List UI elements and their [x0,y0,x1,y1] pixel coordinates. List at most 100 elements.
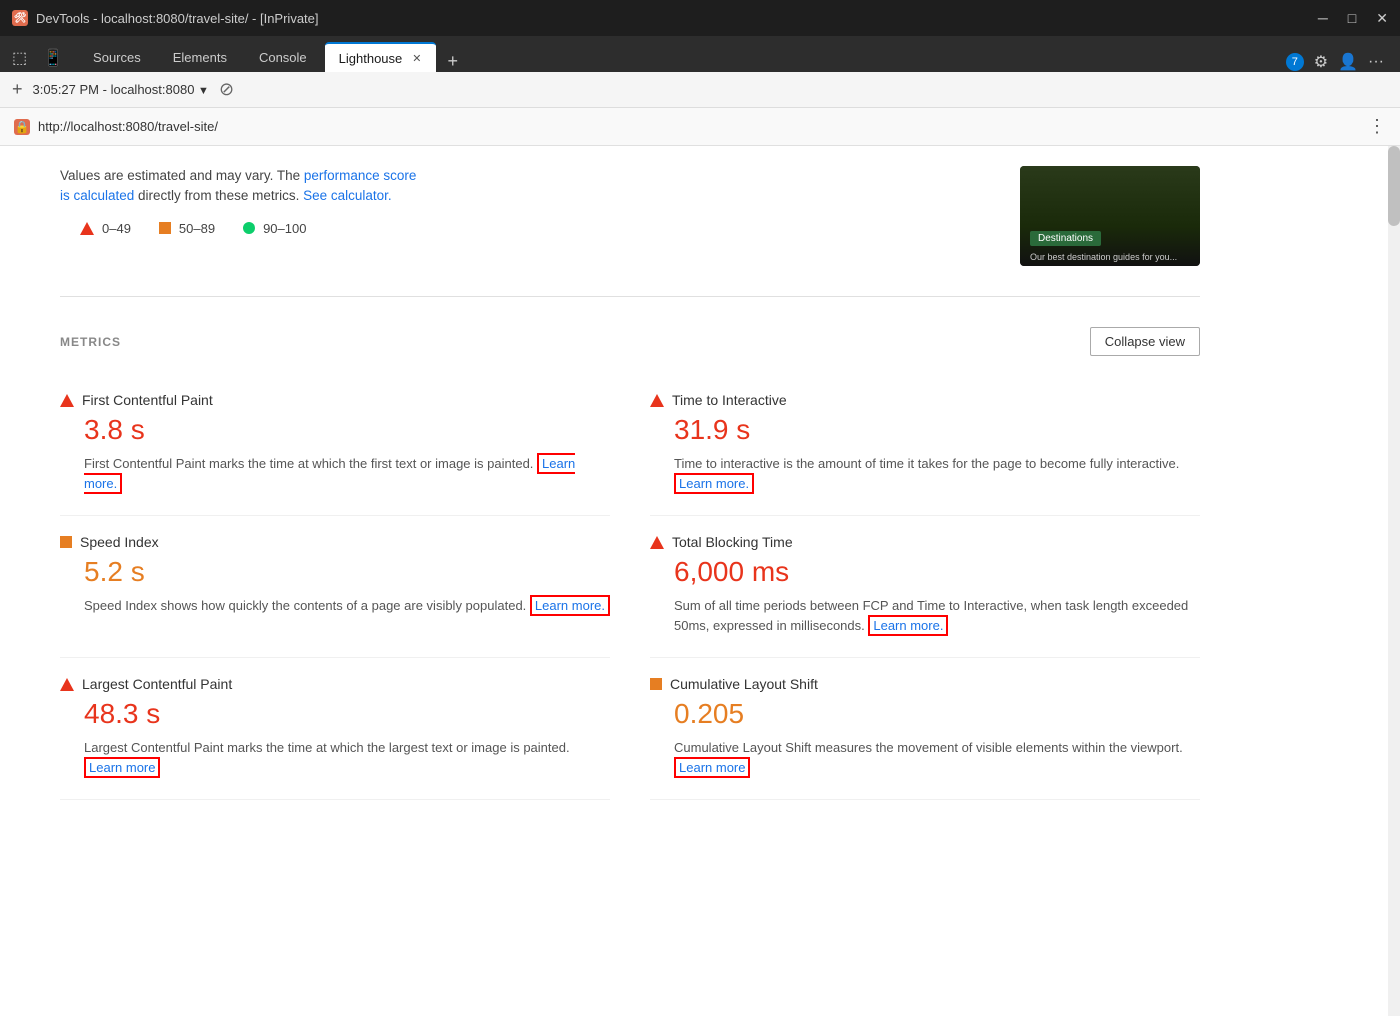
restore-button[interactable]: □ [1348,10,1356,26]
metric-fcp: First Contentful Paint 3.8 s First Conte… [60,374,610,516]
score-desc-text: Values are estimated and may vary. The p… [60,166,416,207]
tab-lighthouse-label: Lighthouse [339,51,403,66]
tab-add-button[interactable]: + [440,51,467,72]
tab-console[interactable]: Console [245,42,321,72]
tti-learn-more-link[interactable]: Learn more. [674,473,754,494]
cls-value: 0.205 [650,698,1200,730]
tab-bar: ⬚ 📱 Sources Elements Console Lighthouse … [0,36,1400,72]
tab-close-icon[interactable]: ✕ [412,52,421,65]
title-bar-left: 🛠 DevTools - localhost:8080/travel-site/… [12,10,319,26]
fcp-learn-more-link[interactable]: Learn more. [84,453,575,494]
tbt-description: Sum of all time periods between FCP and … [650,596,1200,635]
add-tab-icon[interactable]: + [12,79,23,100]
metric-tbt: Total Blocking Time 6,000 ms Sum of all … [650,516,1200,658]
si-description: Speed Index shows how quickly the conten… [60,596,610,616]
lcp-title: Largest Contentful Paint [82,676,232,692]
fcp-title: First Contentful Paint [82,392,213,408]
address-bar: + 3:05:27 PM - localhost:8080 ▼ ⊘ [0,72,1400,108]
lcp-title-row: Largest Contentful Paint [60,676,610,692]
tbt-learn-more-link[interactable]: Learn more. [868,615,948,636]
score-legend: 0–49 50–89 90–100 [60,207,416,236]
score-description: Values are estimated and may vary. The p… [60,166,416,236]
tti-title: Time to Interactive [672,392,787,408]
host-dropdown-icon[interactable]: ▼ [198,85,209,97]
metric-tti: Time to Interactive 31.9 s Time to inter… [650,374,1200,516]
cls-learn-more-link[interactable]: Learn more [674,757,750,778]
tab-sources[interactable]: Sources [79,42,155,72]
tti-value: 31.9 s [650,414,1200,446]
screenshot-banner: Destinations [1030,231,1101,246]
metrics-label: METRICS [60,335,121,349]
metric-cls: Cumulative Layout Shift 0.205 Cumulative… [650,658,1200,800]
page-url: http://localhost:8080/travel-site/ [38,119,218,134]
page-screenshot: Destinations Our best destination guides… [1020,166,1200,266]
is-calculated-link[interactable]: is calculated [60,188,134,203]
fcp-status-icon [60,394,74,407]
tbt-title-row: Total Blocking Time [650,534,1200,550]
tab-console-label: Console [259,50,307,65]
legend-fail: 0–49 [80,221,131,236]
see-calculator-link[interactable]: See calculator. [303,188,392,203]
fail-range: 0–49 [102,221,131,236]
inspect-icon[interactable]: ⬚ [8,44,31,72]
stop-icon[interactable]: ⊘ [219,79,234,100]
settings-icon[interactable]: ⚙ [1314,52,1328,72]
scrollbar-thumb[interactable] [1388,146,1400,226]
metric-si: Speed Index 5.2 s Speed Index shows how … [60,516,610,658]
more-icon[interactable]: ··· [1368,53,1384,71]
tti-status-icon [650,394,664,407]
cls-status-icon [650,678,662,690]
fcp-title-row: First Contentful Paint [60,392,610,408]
performance-score-link[interactable]: performance score [304,168,417,183]
tab-lighthouse[interactable]: Lighthouse ✕ [325,42,436,72]
url-more-icon[interactable]: ⋮ [1368,116,1386,137]
metrics-header: METRICS Collapse view [60,296,1200,374]
cls-title: Cumulative Layout Shift [670,676,818,692]
tti-description: Time to interactive is the amount of tim… [650,454,1200,493]
title-bar: 🛠 DevTools - localhost:8080/travel-site/… [0,0,1400,36]
average-range: 50–89 [179,221,215,236]
scrollbar-track [1388,146,1400,1016]
minimize-button[interactable]: ─ [1318,10,1328,26]
cls-title-row: Cumulative Layout Shift [650,676,1200,692]
screenshot-subtitle: Our best destination guides for you... [1030,252,1177,262]
tab-sources-label: Sources [93,50,141,65]
metrics-grid: First Contentful Paint 3.8 s First Conte… [60,374,1200,800]
metric-lcp: Largest Contentful Paint 48.3 s Largest … [60,658,610,800]
tab-bar-right: 7 ⚙ 👤 ··· [1278,52,1392,72]
cls-description: Cumulative Layout Shift measures the mov… [650,738,1200,777]
screenshot-inner: Destinations Our best destination guides… [1020,166,1200,266]
legend-pass: 90–100 [243,221,306,236]
lcp-value: 48.3 s [60,698,610,730]
host-display: localhost:8080 [111,82,195,97]
lcp-status-icon [60,678,74,691]
fcp-description: First Contentful Paint marks the time at… [60,454,610,493]
timestamp: 3:05:27 PM - localhost:8080 ▼ [33,82,209,97]
fcp-value: 3.8 s [60,414,610,446]
title-bar-title: DevTools - localhost:8080/travel-site/ -… [36,11,319,26]
pass-icon [243,222,255,234]
tab-bar-left: ⬚ 📱 Sources Elements Console Lighthouse … [8,42,466,72]
main-content: Values are estimated and may vary. The p… [0,146,1400,1016]
legend-average: 50–89 [159,221,215,236]
lcp-learn-more-link[interactable]: Learn more [84,757,160,778]
device-icon[interactable]: 📱 [39,44,67,72]
tab-elements-label: Elements [173,50,227,65]
score-header: Values are estimated and may vary. The p… [60,146,1200,276]
devtools-icon: 🛠 [12,10,28,26]
si-status-icon [60,536,72,548]
title-bar-controls: ─ □ ✕ [1318,10,1388,27]
time-display: 3:05:27 PM [33,82,100,97]
si-learn-more-link[interactable]: Learn more. [530,595,610,616]
tti-title-row: Time to Interactive [650,392,1200,408]
fail-icon [80,222,94,235]
tab-elements[interactable]: Elements [159,42,241,72]
profile-icon[interactable]: 👤 [1338,52,1358,72]
average-icon [159,222,171,234]
devtools-icons: ⬚ 📱 [8,44,75,72]
close-button[interactable]: ✕ [1376,10,1388,27]
lcp-description: Largest Contentful Paint marks the time … [60,738,610,777]
collapse-view-button[interactable]: Collapse view [1090,327,1200,356]
pass-range: 90–100 [263,221,306,236]
notification-badge: 7 [1286,53,1304,71]
